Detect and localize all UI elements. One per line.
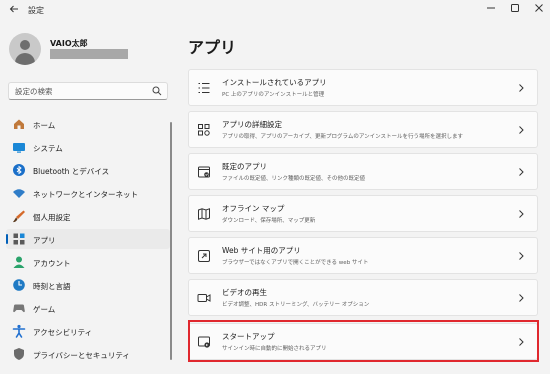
sidebar-item-label: ホーム	[33, 121, 56, 130]
active-indicator	[6, 234, 8, 244]
sidebar-item-label: Bluetooth とデバイス	[33, 167, 110, 176]
search-icon[interactable]	[152, 86, 162, 96]
sidebar-item-label: アプリ	[33, 236, 56, 245]
card-description: ブラウザーではなくアプリで開くことができる web サイト	[222, 260, 369, 266]
card-description: ファイルの既定値、リンク種類の既定値、その他の既定値	[222, 176, 366, 182]
sidebar-item-label: ネットワークとインターネット	[33, 190, 138, 199]
sidebar-item-label: 時刻と言語	[33, 282, 71, 291]
maximize-button[interactable]	[506, 2, 524, 18]
chevron-right-icon	[519, 210, 524, 218]
advanced-app-settings-icon	[198, 124, 210, 136]
chevron-right-icon	[519, 84, 524, 92]
system-icon	[13, 143, 25, 153]
installed-apps-icon	[198, 82, 210, 94]
user-email-redacted	[50, 49, 128, 59]
sidebar-item-system[interactable]: システム	[6, 137, 170, 157]
video-playback-icon	[197, 294, 211, 302]
card-title: アプリの詳細設定	[222, 120, 282, 129]
card-advanced-app-settings[interactable]: アプリの詳細設定 アプリの取得、アプリのアーカイブ、更新プログラムのアンインスト…	[188, 111, 538, 148]
card-description: アプリの取得、アプリのアーカイブ、更新プログラムのアンインストールを行う場所を選…	[222, 134, 464, 140]
sidebar-item-accessibility[interactable]: アクセシビリティ	[6, 321, 170, 341]
maximize-icon	[511, 4, 519, 12]
chevron-right-icon	[519, 168, 524, 176]
apps-icon	[13, 233, 25, 245]
account-icon	[13, 256, 25, 268]
card-title: ビデオの再生	[222, 288, 267, 297]
bluetooth-icon	[13, 164, 25, 176]
card-description: ダウンロード、保存場所、マップ更新	[222, 218, 316, 224]
back-arrow-icon	[9, 5, 18, 13]
window-title: 設定	[28, 6, 44, 15]
sidebar-item-label: アカウント	[33, 259, 71, 268]
offline-maps-icon	[198, 208, 210, 220]
minimize-icon	[487, 7, 495, 9]
globe-clock-icon	[13, 279, 25, 291]
minimize-button[interactable]	[482, 2, 500, 18]
accessibility-icon	[12, 324, 26, 338]
card-video-playback[interactable]: ビデオの再生 ビデオ調整、HDR ストリーミング、バッテリー オプション	[188, 279, 538, 316]
avatar-body	[15, 53, 35, 65]
highlight-box	[188, 320, 539, 362]
card-installed-apps[interactable]: インストールされているアプリ PC 上のアプリのアンインストールと管理	[188, 69, 538, 106]
card-title: Web サイト用のアプリ	[222, 246, 301, 255]
sidebar-item-personalization[interactable]: 個人用設定	[6, 206, 170, 226]
title-bar: 設定	[0, 0, 550, 22]
default-apps-icon	[198, 166, 210, 178]
sidebar-item-apps[interactable]: アプリ	[6, 229, 170, 249]
sidebar-item-label: プライバシーとセキュリティ	[33, 351, 130, 360]
sidebar-item-label: アクセシビリティ	[33, 328, 93, 337]
gamepad-icon	[13, 304, 25, 313]
sidebar-item-home[interactable]: ホーム	[6, 114, 170, 134]
card-description: ビデオ調整、HDR ストリーミング、バッテリー オプション	[222, 302, 370, 308]
chevron-right-icon	[519, 126, 524, 134]
shield-icon	[14, 348, 24, 360]
page-title: アプリ	[188, 38, 237, 57]
home-icon	[14, 119, 24, 129]
sidebar-scrollbar[interactable]	[170, 122, 172, 360]
close-icon	[535, 4, 543, 12]
chevron-right-icon	[519, 294, 524, 302]
sidebar-item-label: ゲーム	[33, 305, 56, 314]
card-title: オフライン マップ	[222, 204, 285, 213]
card-description: PC 上のアプリのアンインストールと管理	[222, 92, 325, 98]
avatar[interactable]	[9, 33, 41, 65]
avatar-head	[20, 40, 30, 50]
card-offline-maps[interactable]: オフライン マップ ダウンロード、保存場所、マップ更新	[188, 195, 538, 232]
sidebar-item-privacy-security[interactable]: プライバシーとセキュリティ	[6, 344, 170, 364]
sidebar-item-accounts[interactable]: アカウント	[6, 252, 170, 272]
user-name: VAIO太郎	[50, 39, 88, 48]
close-button[interactable]	[530, 2, 548, 18]
card-title: インストールされているアプリ	[222, 78, 327, 87]
sidebar-item-gaming[interactable]: ゲーム	[6, 298, 170, 318]
sidebar-item-time-language[interactable]: 時刻と言語	[6, 275, 170, 295]
card-apps-for-websites[interactable]: Web サイト用のアプリ ブラウザーではなくアプリで開くことができる web サ…	[188, 237, 538, 274]
wifi-icon	[13, 189, 25, 198]
back-button[interactable]	[6, 4, 22, 18]
card-title: 既定のアプリ	[222, 162, 267, 171]
apps-for-websites-icon	[198, 250, 210, 262]
sidebar-item-label: 個人用設定	[33, 213, 71, 222]
chevron-right-icon	[519, 252, 524, 260]
search-box[interactable]	[8, 82, 168, 100]
sidebar-item-label: システム	[33, 144, 63, 153]
sidebar-item-bluetooth[interactable]: Bluetooth とデバイス	[6, 160, 170, 180]
card-default-apps[interactable]: 既定のアプリ ファイルの既定値、リンク種類の既定値、その他の既定値	[188, 153, 538, 190]
search-input[interactable]	[9, 83, 149, 99]
brush-icon	[13, 210, 25, 223]
sidebar-item-network[interactable]: ネットワークとインターネット	[6, 183, 170, 203]
